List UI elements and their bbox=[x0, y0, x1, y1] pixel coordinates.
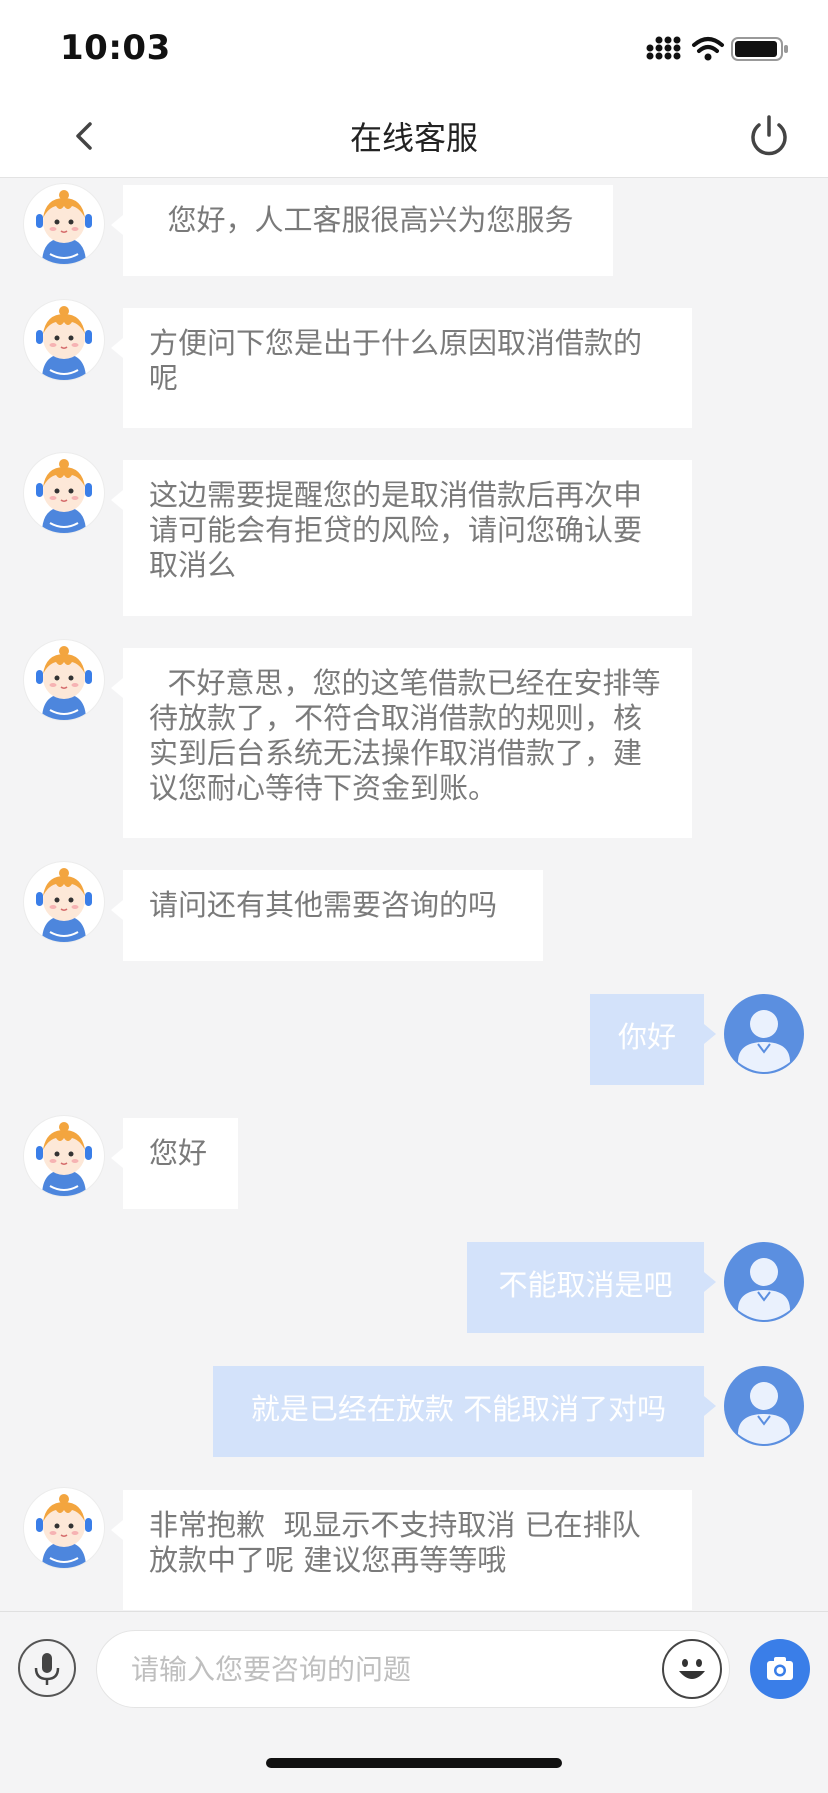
agent-message: 您好，人工客服很高兴为您服务 bbox=[111, 185, 613, 276]
camera-button[interactable] bbox=[750, 1639, 810, 1699]
agent-avatar-icon bbox=[36, 306, 92, 380]
user-avatar-icon bbox=[738, 1382, 790, 1444]
input-bar bbox=[0, 1611, 828, 1793]
camera-icon bbox=[767, 1657, 793, 1680]
agent-avatar bbox=[24, 453, 104, 533]
user-avatar bbox=[724, 1242, 804, 1322]
signal-icon bbox=[646, 36, 681, 60]
agent-avatar bbox=[24, 184, 104, 264]
agent-message: 非常抱歉 现显示不支持取消 已在排队放款中了呢 建议您再等等哦 bbox=[111, 1490, 692, 1610]
user-avatar bbox=[724, 1366, 804, 1446]
agent-avatar-icon bbox=[36, 1494, 92, 1568]
home-indicator bbox=[266, 1758, 562, 1768]
agent-avatar-icon bbox=[36, 868, 92, 942]
agent-avatar bbox=[24, 300, 104, 380]
chat-list[interactable]: 您好，人工客服很高兴为您服务 方便问下您是出于什么原因取消借款的呢 这边需要提醒… bbox=[0, 178, 828, 1610]
status-icons bbox=[646, 34, 794, 64]
user-message: 就是已经在放款 不能取消了对吗 bbox=[213, 1366, 716, 1457]
agent-message: 您好 bbox=[111, 1118, 238, 1209]
agent-message: 不好意思，您的这笔借款已经在安排等待放款了，不符合取消借款的规则，核实到后台系统… bbox=[111, 648, 692, 838]
page-title: 在线客服 bbox=[349, 119, 478, 157]
agent-avatar bbox=[24, 1488, 104, 1568]
emoji-button[interactable] bbox=[662, 1639, 722, 1699]
agent-avatar bbox=[24, 640, 104, 720]
nav-bar: 在线客服 bbox=[0, 95, 828, 178]
battery-icon bbox=[731, 37, 788, 61]
agent-avatar-icon bbox=[36, 1122, 92, 1196]
user-message: 不能取消是吧 bbox=[467, 1242, 716, 1333]
message-input[interactable] bbox=[96, 1630, 730, 1708]
user-avatar-icon bbox=[738, 1258, 790, 1320]
power-icon bbox=[751, 115, 787, 156]
wifi-icon bbox=[692, 37, 724, 53]
agent-avatar-icon bbox=[36, 459, 92, 533]
status-bar: 10:03 bbox=[0, 0, 828, 95]
user-avatar-icon bbox=[738, 1010, 790, 1072]
voice-input-button[interactable] bbox=[18, 1639, 76, 1697]
microphone-icon bbox=[34, 1653, 60, 1685]
agent-avatar bbox=[24, 1116, 104, 1196]
agent-message: 这边需要提醒您的是取消借款后再次申请可能会有拒贷的风险，请问您确认要取消么 bbox=[111, 460, 692, 616]
agent-avatar bbox=[24, 862, 104, 942]
end-session-button[interactable] bbox=[742, 109, 796, 163]
agent-message: 方便问下您是出于什么原因取消借款的呢 bbox=[111, 308, 692, 428]
agent-avatar-icon bbox=[36, 190, 92, 264]
user-avatar bbox=[724, 994, 804, 1074]
smiley-icon bbox=[679, 1659, 705, 1679]
status-time: 10:03 bbox=[60, 28, 171, 68]
agent-message: 请问还有其他需要咨询的吗 bbox=[111, 870, 543, 961]
user-message: 你好 bbox=[590, 994, 716, 1085]
agent-avatar-icon bbox=[36, 646, 92, 720]
